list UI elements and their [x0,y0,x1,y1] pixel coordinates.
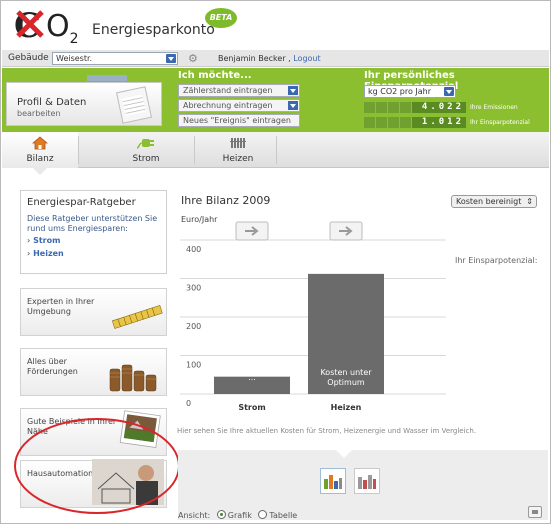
bar-data-label: ... [248,373,256,382]
dashboard-band: Profil & Daten bearbeiten Ich möchte... … [2,68,549,132]
y-tick-label: 400 [186,245,201,254]
plug-icon [136,136,156,154]
zaehlerstand-label: Zählerstand eintragen [183,86,273,95]
bar-data-label: Kosten unter [320,368,372,377]
beta-badge: BETA [205,8,237,28]
ratgeber-title: Energiespar-Ratgeber [27,197,136,208]
tab-strom[interactable]: Strom [108,132,184,168]
radiator-icon [230,136,246,154]
y-tick-label: 200 [186,322,201,331]
unit-select[interactable]: kg CO2 pro Jahr [364,85,456,98]
y-tick-label: 100 [186,361,201,370]
profile-title: Profil & Daten [17,97,87,108]
bar-chart-view-button[interactable] [320,468,346,494]
tab-label: Strom [132,154,160,164]
gebaeude-label: Gebäude [8,53,49,63]
document-icon [116,86,152,124]
top-bar: Gebäude Weisestr. ⚙ Benjamin Becker , Lo… [2,50,549,67]
x-tick-label: Strom [238,403,265,412]
logo-o2: O2 [46,9,79,48]
ereignis-button[interactable]: Neues "Ereignis" eintragen [178,114,300,127]
printer-icon[interactable] [528,506,542,518]
actions-title: Ich möchte... [178,70,252,81]
grouped-chart-view-button[interactable] [354,468,380,494]
savings-label: Ihr Einsparpotenzial [470,119,530,126]
profile-tab-decoration [87,75,127,81]
logo-text: Energiesparkonto [92,22,215,38]
tab-divider [194,136,195,164]
ereignis-label: Neues "Ereignis" eintragen [183,116,291,125]
tab-label: Heizen [222,154,254,164]
home-icon [31,136,49,154]
grafik-label: Grafik [227,511,252,520]
highlight-circle [14,418,180,514]
chevron-down-icon [444,87,454,96]
emissions-value: 4.022 [412,102,466,113]
chevron-down-icon [288,86,298,95]
tab-label: Bilanz [26,154,54,164]
view-label: Ansicht: [178,511,211,520]
profile-card[interactable]: Profil & Daten bearbeiten [6,75,162,126]
bar-data-label: Optimum [327,378,365,387]
savings-value: 1.012 [412,117,466,128]
ratgeber-link-heizen[interactable]: Heizen [27,249,160,258]
tabelle-label: Tabelle [269,511,298,520]
tab-heizen[interactable]: Heizen [200,132,276,168]
tab-divider [276,136,277,164]
chart-svg: 0 100 200 300 400... Strom Kosten unterOptimum… [180,221,446,412]
y-tick-label: 0 [186,399,191,408]
cost-mode-select[interactable]: Kosten bereinigt ⇕ [451,195,537,208]
spinner-icon: ⇕ [526,197,533,206]
zaehlerstand-select[interactable]: Zählerstand eintragen [178,84,300,97]
crossed-out-icon [16,10,44,38]
main-nav: Bilanz Strom Heizen [2,132,549,168]
chevron-down-icon [166,54,176,63]
x-tick-label: Heizen [331,403,362,412]
ratgeber-box: Energiespar-Ratgeber Diese Ratgeber unte… [20,190,167,274]
gear-icon[interactable]: ⚙ [188,52,198,65]
page-title: Ihre Bilanz 2009 [181,194,271,207]
logout-link[interactable]: Logout [293,54,320,63]
cost-mode-value: Kosten bereinigt [456,197,522,206]
coins-icon [109,364,157,392]
tile-experten[interactable]: Experten in Ihrer Umgebung [20,288,167,336]
bilanz-chart: 0 100 200 300 400... Strom Kosten unter Optimum… [178,216,450,416]
chart-house-icon [324,475,342,489]
profile-subtitle: bearbeiten [17,109,61,118]
abrechnung-select[interactable]: Abrechnung eintragen [178,99,300,112]
gebaeude-select[interactable]: Weisestr. [52,52,178,65]
chart-note: Hier sehen Sie Ihre aktuellen Kosten für… [177,427,477,435]
folding-ruler-icon [111,305,163,329]
tabelle-radio[interactable] [258,510,268,519]
ratgeber-link-strom[interactable]: Strom [27,236,160,245]
chevron-down-icon [288,101,298,110]
grafik-radio[interactable] [216,510,226,519]
user-name: Benjamin Becker , [218,54,291,63]
einsparpotenzial-label: Ihr Einsparpotenzial: [455,256,538,265]
gebaeude-value: Weisestr. [56,54,93,63]
tile-foerderungen[interactable]: Alles über Förderungen [20,348,167,396]
logo[interactable]: C O2 Energiesparkonto BETA [10,6,550,47]
y-tick-label: 300 [186,284,201,293]
tab-divider [78,136,79,164]
view-options: Ansicht: Grafik Tabelle [178,510,297,520]
bar-chart-icon [358,475,376,489]
emissions-label: Ihre Emissionen [470,104,518,111]
tile-label: Experten in Ihrer Umgebung [27,297,95,316]
user-info: Benjamin Becker , Logout [218,54,321,63]
abrechnung-label: Abrechnung eintragen [183,101,273,110]
tab-bilanz[interactable]: Bilanz [2,132,78,168]
ratgeber-desc: Diese Ratgeber unterstützen Sie rund ums… [27,214,158,233]
unit-select-value: kg CO2 pro Jahr [368,87,432,96]
